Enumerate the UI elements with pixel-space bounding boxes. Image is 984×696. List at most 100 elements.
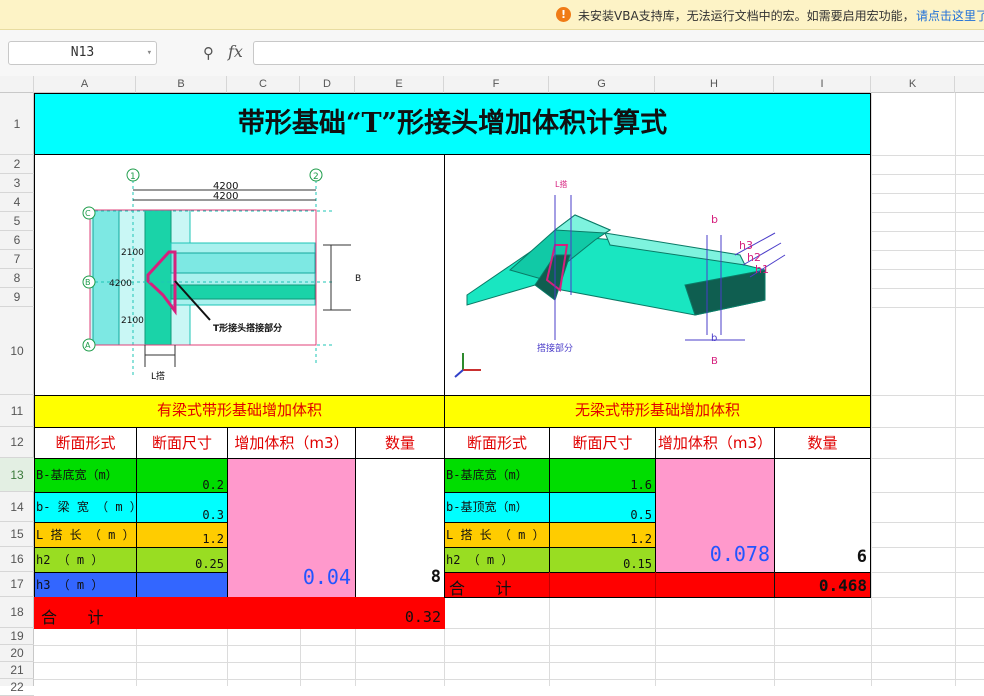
left-label-beam-width[interactable]: b- 梁 宽 （ m ） (34, 492, 137, 523)
left-total-value: 0.32 (404, 608, 441, 626)
plan-view-drawing[interactable]: 1 2 C B A 4200 4200 4200 2100 2100 B T形接… (34, 154, 445, 396)
row-header-5[interactable]: 5 (0, 212, 34, 231)
right-header-added-volume[interactable]: 增加体积（m3） (655, 427, 775, 459)
column-header-d[interactable]: D (300, 76, 355, 93)
right-header-quantity[interactable]: 数量 (774, 427, 871, 459)
column-header-h[interactable]: H (655, 76, 774, 93)
right-total-row[interactable]: 合 计 0.468 (444, 572, 871, 598)
axis-label-a: A (85, 341, 91, 350)
row-header-16[interactable]: 16 (0, 547, 34, 572)
right-label-top-width[interactable]: b-基顶宽（m） (444, 492, 550, 523)
gridline (871, 572, 984, 573)
label-b-top: b (711, 213, 718, 226)
select-all-corner[interactable] (0, 76, 34, 93)
left-value-overlap-length[interactable]: 1.2 (136, 522, 228, 548)
row-header-17[interactable]: 17 (0, 572, 34, 597)
column-header-c[interactable]: C (227, 76, 300, 93)
left-label-base-width[interactable]: B-基底宽（m） (34, 458, 137, 493)
row-header-19[interactable]: 19 (0, 628, 34, 645)
left-header-section-type[interactable]: 断面形式 (34, 427, 137, 459)
dim-4200-second: 4200 (213, 191, 238, 202)
gridline (34, 679, 984, 680)
left-header-added-volume[interactable]: 增加体积（m3） (227, 427, 356, 459)
gridline (549, 597, 550, 686)
left-value-h2[interactable]: 0.25 (136, 547, 228, 573)
row-header-11[interactable]: 11 (0, 395, 34, 427)
column-header-f[interactable]: F (444, 76, 549, 93)
right-value-base-width[interactable]: 1.6 (549, 458, 656, 493)
left-header-section-size[interactable]: 断面尺寸 (136, 427, 228, 459)
left-value-h3[interactable] (136, 572, 228, 598)
function-icon[interactable]: fx (228, 42, 243, 61)
row-header-10[interactable]: 10 (0, 307, 34, 395)
label-b-bottom: b (711, 333, 717, 344)
right-quantity[interactable]: 6 (774, 458, 871, 573)
left-header-quantity[interactable]: 数量 (355, 427, 445, 459)
right-label-h2[interactable]: h2 （ m ） (444, 547, 550, 573)
left-label-h2[interactable]: h2 （ m ） (34, 547, 137, 573)
row-header-12[interactable]: 12 (0, 427, 34, 458)
worksheet-grid[interactable]: 带形基础“T”形接头增加体积计算式 1 2 C B A 4200 4200 42… (34, 93, 984, 686)
left-label-h3[interactable]: h3 （ m ） (34, 572, 137, 598)
gridline (871, 288, 984, 289)
row-header-3[interactable]: 3 (0, 174, 34, 193)
row-header-1[interactable]: 1 (0, 93, 34, 155)
column-header-e[interactable]: E (355, 76, 444, 93)
formula-input[interactable] (253, 41, 984, 65)
row-header-6[interactable]: 6 (0, 231, 34, 250)
gridline (34, 662, 984, 663)
row-header-14[interactable]: 14 (0, 492, 34, 522)
gridline (871, 522, 984, 523)
right-label-base-width[interactable]: B-基底宽（m） (444, 458, 550, 493)
gridline (871, 307, 984, 308)
column-header-k[interactable]: K (871, 76, 955, 93)
row-header-21[interactable]: 21 (0, 662, 34, 679)
row-header-2[interactable]: 2 (0, 155, 34, 174)
left-quantity[interactable]: 8 (355, 458, 445, 598)
row-header-7[interactable]: 7 (0, 250, 34, 269)
gridline (871, 193, 984, 194)
axis-label-1: 1 (130, 172, 136, 182)
gridline (871, 250, 984, 251)
sheet-title[interactable]: 带形基础“T”形接头增加体积计算式 (34, 93, 871, 155)
right-header-section-size[interactable]: 断面尺寸 (549, 427, 656, 459)
gridline (871, 492, 984, 493)
row-header-18[interactable]: 18 (0, 597, 34, 628)
isometric-drawing[interactable]: L搭 b h3 h2 h1 搭接部分 b B (444, 154, 871, 396)
left-added-volume[interactable]: 0.04 (227, 458, 356, 598)
column-header-i[interactable]: I (774, 76, 871, 93)
column-header-a[interactable]: A (34, 76, 136, 93)
left-value-base-width[interactable]: 0.2 (136, 458, 228, 493)
row-headers: 1 2 3 4 5 6 7 8 9 10 11 12 13 14 15 16 1… (0, 93, 34, 696)
right-value-overlap-length[interactable]: 1.2 (549, 522, 656, 548)
enable-macro-link[interactable]: 请点击这里了 (916, 7, 984, 24)
right-label-overlap-length[interactable]: L 搭 长 （ m ） (444, 522, 550, 548)
row-header-9[interactable]: 9 (0, 288, 34, 307)
zoom-search-icon[interactable]: ⚲ (203, 44, 214, 62)
right-added-volume[interactable]: 0.078 (655, 458, 775, 573)
right-section-heading[interactable]: 无梁式带形基础增加体积 (444, 395, 871, 428)
chevron-down-icon[interactable]: ▾ (147, 42, 152, 64)
column-header-g[interactable]: G (549, 76, 655, 93)
row-header-8[interactable]: 8 (0, 269, 34, 288)
gridline (871, 547, 984, 548)
left-value-beam-width[interactable]: 0.3 (136, 492, 228, 523)
gridline (871, 231, 984, 232)
row-header-22[interactable]: 22 (0, 679, 34, 696)
row-header-13[interactable]: 13 (0, 458, 34, 492)
left-section-heading[interactable]: 有梁式带形基础增加体积 (34, 395, 445, 428)
row-header-20[interactable]: 20 (0, 645, 34, 662)
row-header-4[interactable]: 4 (0, 193, 34, 212)
axis-label-2: 2 (313, 172, 319, 182)
left-total-row[interactable]: 合 计 0.32 (34, 597, 445, 629)
macro-warning-bar: ! 未安装VBA支持库，无法运行文档中的宏。如需要启用宏功能， 请点击这里了 (0, 0, 984, 30)
row-header-15[interactable]: 15 (0, 522, 34, 547)
name-box[interactable]: N13 ▾ (8, 41, 157, 65)
left-label-overlap-length[interactable]: L 搭 长 （ m ） (34, 522, 137, 548)
right-value-top-width[interactable]: 0.5 (549, 492, 656, 523)
right-value-h2[interactable]: 0.15 (549, 547, 656, 573)
column-header-b[interactable]: B (136, 76, 227, 93)
gridline (871, 395, 984, 396)
gridline (549, 572, 550, 597)
right-header-section-type[interactable]: 断面形式 (444, 427, 550, 459)
